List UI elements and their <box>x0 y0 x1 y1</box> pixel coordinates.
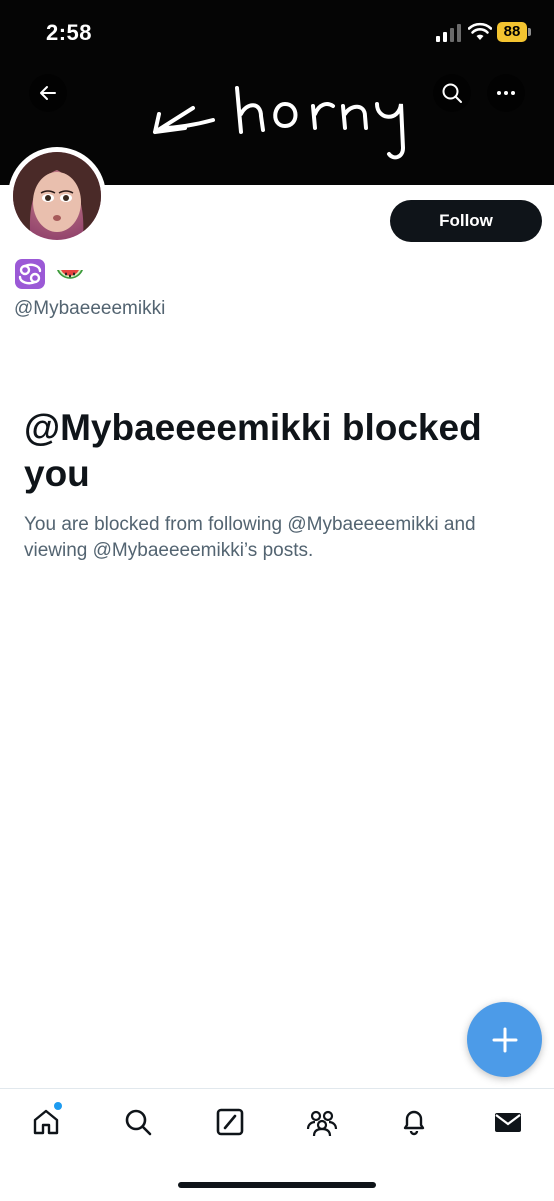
communities-icon <box>306 1110 338 1137</box>
avatar-photo <box>13 152 101 240</box>
battery-icon: 88 <box>497 22 531 42</box>
tab-search[interactable] <box>118 1102 158 1142</box>
search-button[interactable] <box>433 74 471 112</box>
plus-icon <box>492 1027 517 1052</box>
back-arrow-icon <box>40 86 56 100</box>
home-notification-dot <box>54 1102 62 1110</box>
search-icon <box>125 1109 152 1136</box>
more-dots-icon <box>497 91 515 95</box>
more-options-button[interactable] <box>487 74 525 112</box>
tab-communities[interactable] <box>302 1102 342 1142</box>
battery-level: 88 <box>497 22 527 42</box>
battery-tip <box>528 28 531 36</box>
tab-messages[interactable] <box>488 1102 528 1142</box>
tab-grok[interactable] <box>210 1102 250 1142</box>
grok-icon <box>216 1108 244 1136</box>
watermelon-icon <box>54 258 86 290</box>
blocked-title: @Mybaeeeemikki blocked you <box>24 407 482 494</box>
home-icon <box>33 1109 59 1135</box>
bio-emoji-row <box>14 258 86 290</box>
search-icon <box>442 83 462 103</box>
status-time: 2:58 <box>46 20 93 45</box>
cellular-signal-icon <box>436 24 461 42</box>
follow-button[interactable]: Follow <box>390 200 542 242</box>
messages-icon <box>495 1113 521 1132</box>
blocked-description: You are blocked from following @Mybaeeee… <box>24 514 476 561</box>
back-button[interactable] <box>29 74 67 112</box>
profile-handle: @Mybaeeeemikki <box>14 298 166 319</box>
status-bar: 2:58 88 <box>0 0 554 62</box>
profile-avatar[interactable] <box>8 147 106 245</box>
compose-post-button[interactable] <box>467 1002 542 1077</box>
avatar-portrait-image <box>13 152 101 240</box>
tab-notifications[interactable] <box>394 1102 434 1142</box>
banner-scribble <box>153 86 406 160</box>
cancer-zodiac-icon <box>14 258 46 290</box>
notifications-icon <box>403 1110 425 1136</box>
wifi-icon <box>468 22 492 40</box>
home-indicator <box>178 1182 376 1188</box>
